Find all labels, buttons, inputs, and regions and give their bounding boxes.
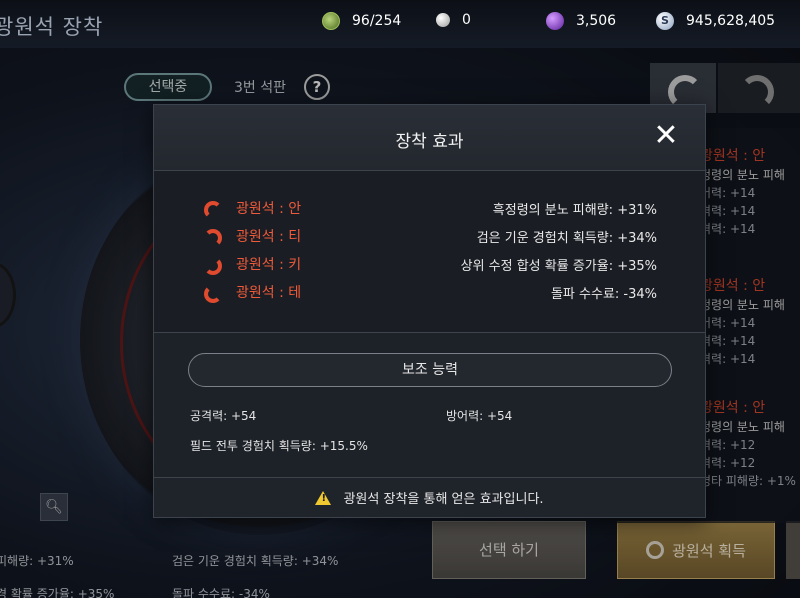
energy-currency: 96/254 (322, 12, 401, 30)
sub-stat-defense: 방어력: +54 (446, 409, 513, 423)
silver-currency: S 945,628,405 (656, 12, 775, 30)
pearl-icon (436, 13, 450, 27)
silver-value: 945,628,405 (686, 13, 776, 29)
effect-row: 광원석 : 테 돌파 수수료: -34% (154, 279, 705, 307)
light-stone-te-icon (204, 285, 222, 303)
pearl-currency: 0 (436, 12, 471, 28)
purple-gem-currency: 3,506 (546, 12, 616, 30)
light-stone-ki-icon (204, 257, 222, 275)
warning-icon (315, 490, 332, 505)
light-stone-an-icon (204, 201, 222, 219)
light-stone-ti-icon (204, 229, 222, 247)
effect-row: 광원석 : 키 상위 수정 합성 확률 증가율: +35% (154, 251, 705, 279)
effect-value: 검은 기운 경험치 획득량: +34% (476, 231, 657, 246)
top-bar: 광원석 장착 96/254 0 3,506 S 945,628,405 (0, 0, 800, 48)
effect-stone-name: 광원석 : 키 (236, 257, 302, 273)
equip-effect-modal: 장착 효과 ✕ 광원석 : 안 흑정령의 분노 피해량: +31% 광원석 : … (153, 104, 706, 518)
effects-list: 광원석 : 안 흑정령의 분노 피해량: +31% 광원석 : 티 검은 기운 … (154, 171, 705, 333)
close-icon[interactable]: ✕ (652, 121, 680, 151)
effect-value: 흑정령의 분노 피해량: +31% (492, 203, 657, 218)
screen-title: 광원석 장착 (0, 15, 104, 39)
modal-title: 장착 효과 (395, 132, 464, 152)
energy-icon (322, 12, 340, 30)
modal-header: 장착 효과 ✕ (154, 105, 705, 171)
sub-stat-attack: 공격력: +54 (190, 409, 257, 423)
effect-row: 광원석 : 티 검은 기운 경험치 획득량: +34% (154, 223, 705, 251)
footer-note: 광원석 장착을 통해 얻은 효과입니다. (343, 492, 544, 507)
effect-value: 돌파 수수료: -34% (550, 287, 657, 302)
silver-coin-icon: S (656, 12, 674, 30)
pearl-value: 0 (462, 12, 471, 28)
effect-stone-name: 광원석 : 안 (236, 201, 302, 217)
effect-row: 광원석 : 안 흑정령의 분노 피해량: +31% (154, 195, 705, 223)
effect-value: 상위 수정 합성 확률 증가율: +35% (460, 259, 657, 274)
effect-stone-name: 광원석 : 테 (236, 285, 302, 301)
sub-ability-header: 보조 능력 (188, 353, 672, 387)
sub-stat-field-exp: 필드 전투 경험치 획득량: +15.5% (190, 439, 368, 453)
modal-footer: 광원석 장착을 통해 얻은 효과입니다. (154, 477, 705, 517)
effect-stone-name: 광원석 : 티 (236, 229, 302, 245)
purple-gem-value: 3,506 (576, 13, 617, 29)
purple-gem-icon (546, 12, 564, 30)
energy-value: 96/254 (352, 13, 402, 29)
